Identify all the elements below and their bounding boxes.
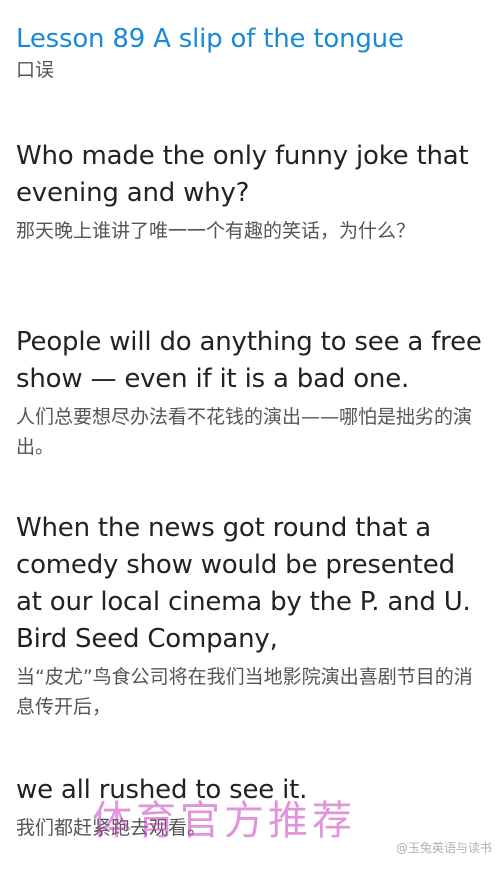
sentence-pair: Who made the only funny joke that evenin…: [16, 138, 486, 246]
lesson-subtitle: 口误: [16, 59, 55, 81]
sentence-pair: When the news got round that a comedy sh…: [16, 510, 486, 722]
chinese-translation: 人们总要想尽办法看不花钱的演出——哪怕是拙劣的演出。: [16, 406, 473, 458]
chinese-translation: 我们都赶紧跑去观看。: [16, 817, 207, 839]
english-sentence: When the news got round that a comedy sh…: [16, 513, 471, 654]
lesson-page: Lesson 89 A slip of the tongue 口误 Who ma…: [0, 0, 500, 869]
english-sentence: People will do anything to see a free sh…: [16, 327, 482, 394]
chinese-translation: 那天晚上谁讲了唯一一个有趣的笑话，为什么？: [16, 220, 416, 242]
english-sentence: we all rushed to see it.: [16, 775, 308, 805]
sentence-pair: People will do anything to see a free sh…: [16, 324, 494, 462]
english-sentence: Who made the only funny joke that evenin…: [16, 141, 469, 208]
chinese-translation: 当“皮尤”鸟食公司将在我们当地影院演出喜剧节目的消息传开后，: [16, 666, 473, 718]
lesson-title: Lesson 89 A slip of the tongue: [16, 24, 404, 54]
sentence-pair: we all rushed to see it. 我们都赶紧跑去观看。: [16, 772, 486, 843]
